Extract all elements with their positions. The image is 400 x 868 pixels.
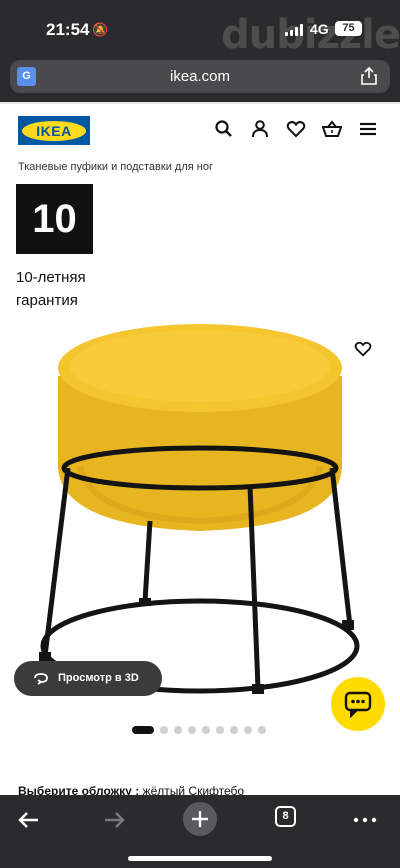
forward-arrow-icon[interactable] bbox=[101, 807, 127, 833]
new-tab-button[interactable] bbox=[183, 802, 217, 836]
browser-chrome: 21:54 🔕 dubizzle 4G 75 G ikea.com bbox=[0, 0, 400, 102]
share-icon[interactable] bbox=[360, 67, 378, 85]
search-icon[interactable] bbox=[214, 119, 234, 139]
carousel-dot[interactable] bbox=[174, 726, 182, 734]
carousel-dot[interactable] bbox=[258, 726, 266, 734]
ikea-logo[interactable]: IKEA bbox=[18, 116, 90, 145]
url-text[interactable]: ikea.com bbox=[10, 68, 390, 85]
rotate-3d-icon bbox=[34, 673, 48, 685]
back-arrow-icon[interactable] bbox=[16, 807, 42, 833]
network-type: 4G bbox=[310, 21, 329, 37]
home-indicator bbox=[128, 856, 272, 861]
silent-bell-icon: 🔕 bbox=[92, 22, 109, 37]
carousel-indicator[interactable] bbox=[132, 726, 266, 734]
clock: 21:54 bbox=[46, 20, 90, 39]
view-3d-button[interactable]: Просмотр в 3D bbox=[14, 661, 162, 696]
more-dots-icon[interactable] bbox=[352, 807, 378, 833]
breadcrumb[interactable]: Тканевые пуфики и подставки для ног bbox=[18, 161, 213, 173]
warranty-badge: 10 bbox=[16, 184, 93, 254]
warranty-text: 10-летняя гарантия bbox=[16, 269, 86, 309]
site-header: IKEA bbox=[0, 102, 400, 154]
battery-icon: 75 bbox=[335, 21, 362, 36]
plus-icon bbox=[192, 811, 208, 827]
chat-icon bbox=[344, 691, 372, 719]
signal-icon bbox=[285, 24, 303, 36]
carousel-dot[interactable] bbox=[132, 726, 154, 734]
address-bar[interactable]: G ikea.com bbox=[10, 60, 390, 93]
carousel-dot[interactable] bbox=[216, 726, 224, 734]
browser-toolbar: 8 bbox=[0, 795, 400, 868]
heart-icon[interactable] bbox=[286, 119, 306, 139]
menu-icon[interactable] bbox=[358, 119, 378, 139]
carousel-dot[interactable] bbox=[160, 726, 168, 734]
carousel-dot[interactable] bbox=[202, 726, 210, 734]
wishlist-heart-icon[interactable] bbox=[354, 340, 372, 358]
chat-button[interactable] bbox=[331, 677, 385, 731]
carousel-dot[interactable] bbox=[188, 726, 196, 734]
user-icon[interactable] bbox=[250, 119, 270, 139]
carousel-dot[interactable] bbox=[244, 726, 252, 734]
carousel-dot[interactable] bbox=[230, 726, 238, 734]
tabs-button[interactable]: 8 bbox=[275, 806, 296, 827]
status-bar: 21:54 🔕 dubizzle 4G 75 bbox=[0, 12, 400, 58]
cart-icon[interactable] bbox=[321, 119, 343, 139]
